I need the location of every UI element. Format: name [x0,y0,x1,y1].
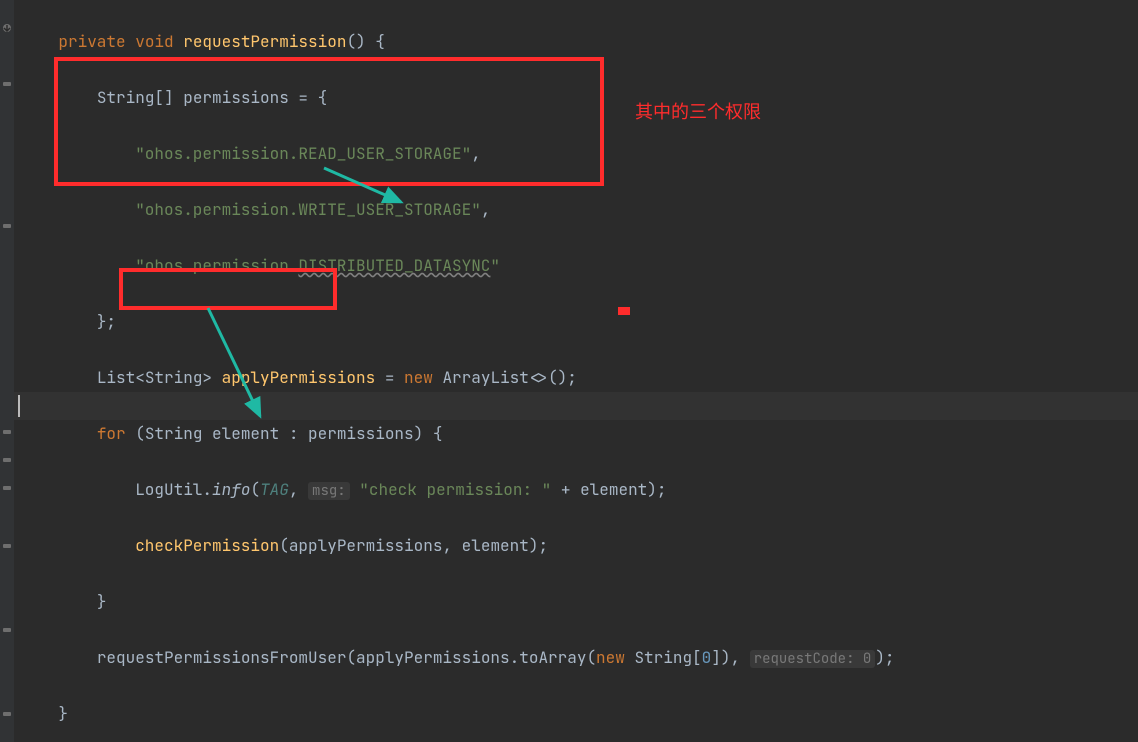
code-line[interactable]: private void requestPermission() { [20,28,1138,56]
annotation-marker [618,307,630,315]
gutter-marker-icon[interactable] [0,623,14,637]
code-line[interactable]: for (String element : permissions) { [20,420,1138,448]
code-line[interactable]: List<String> applyPermissions = new Arra… [20,364,1138,392]
gutter-marker-icon[interactable] [0,707,14,721]
code-line[interactable]: LogUtil.info(TAG, msg: "check permission… [20,476,1138,504]
code-line[interactable]: } [20,700,1138,728]
gutter [0,0,14,742]
code-line[interactable]: "ohos.permission.READ_USER_STORAGE", [20,140,1138,168]
gutter-marker-icon[interactable] [0,539,14,553]
gutter-marker-icon[interactable] [0,77,14,91]
gutter-override-icon[interactable] [0,21,14,35]
gutter-marker-icon[interactable] [0,453,14,467]
code-line[interactable]: requestPermissionsFromUser(applyPermissi… [20,644,1138,672]
code-editor[interactable]: private void requestPermission() { Strin… [0,0,1138,742]
code-line[interactable]: }; [20,308,1138,336]
gutter-marker-icon[interactable] [0,425,14,439]
annotation-label: 其中的三个权限 [635,98,761,126]
code-line[interactable]: checkPermission(applyPermissions, elemen… [20,532,1138,560]
code-line[interactable]: String[] permissions = { [20,84,1138,112]
code-line[interactable]: "ohos.permission.WRITE_USER_STORAGE", [20,196,1138,224]
gutter-marker-icon[interactable] [0,481,14,495]
gutter-marker-icon[interactable] [0,219,14,233]
code-line[interactable]: "ohos.permission.DISTRIBUTED_DATASYNC" [20,252,1138,280]
code-area[interactable]: private void requestPermission() { Strin… [14,0,1138,742]
code-line[interactable]: } [20,588,1138,616]
